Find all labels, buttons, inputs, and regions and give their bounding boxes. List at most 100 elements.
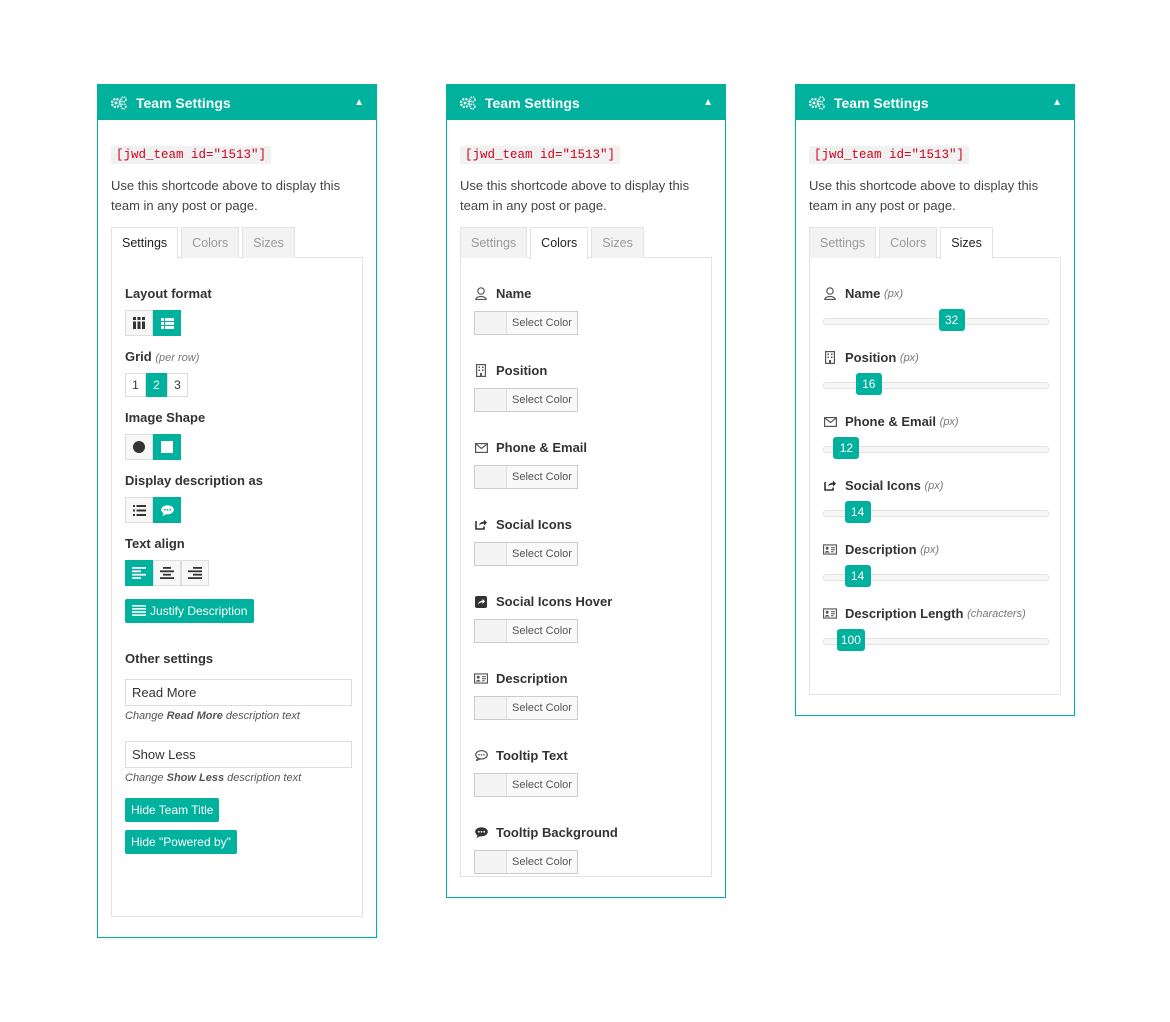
envelope-icon xyxy=(823,416,837,427)
size-setting-row: Social Icons (px) xyxy=(823,478,1047,493)
size-setting-label: Description Length xyxy=(845,606,964,621)
tab-sizes[interactable]: Sizes xyxy=(940,227,993,259)
select-color-label: Select Color xyxy=(507,543,577,565)
panel-header[interactable]: Team Settings ▲ xyxy=(98,85,376,120)
shortcode-text: [jwd_team id="1513"] xyxy=(809,146,970,164)
size-setting-row: Phone & Email (px) xyxy=(823,414,1047,429)
description-list-button[interactable] xyxy=(125,497,153,523)
align-center-button[interactable] xyxy=(153,560,181,586)
color-setting-label: Social Icons Hover xyxy=(496,594,613,609)
color-setting-label: Position xyxy=(496,363,548,378)
collapse-arrow-icon[interactable]: ▲ xyxy=(703,97,713,108)
size-slider-track[interactable]: 14 xyxy=(823,501,1049,523)
size-setting-label: Description xyxy=(845,542,917,557)
grid-option-1[interactable]: 1 xyxy=(125,373,146,397)
select-color-button[interactable]: Select Color xyxy=(474,773,578,797)
color-setting-label: Tooltip Text xyxy=(496,748,568,763)
panel-header[interactable]: Team Settings ▲ xyxy=(796,85,1074,120)
size-unit: (px) xyxy=(899,351,919,364)
share-icon xyxy=(474,519,488,530)
size-slider-handle[interactable]: 14 xyxy=(844,565,871,587)
grid-option-3[interactable]: 3 xyxy=(167,373,188,397)
color-swatch xyxy=(475,466,507,488)
panel-header[interactable]: Team Settings ▲ xyxy=(447,85,725,120)
list-layout-button[interactable] xyxy=(153,310,181,336)
tab-settings[interactable]: Settings xyxy=(460,227,528,258)
color-swatch xyxy=(475,389,507,411)
size-slider-track[interactable]: 100 xyxy=(823,629,1049,651)
align-right-icon xyxy=(188,567,202,579)
size-slider-track[interactable]: 16 xyxy=(823,373,1049,395)
grid-label: Grid (per row) xyxy=(125,349,200,364)
justify-description-label: Justify Description xyxy=(150,604,248,618)
color-setting-label: Name xyxy=(496,286,532,301)
color-setting-row: Position xyxy=(474,363,698,378)
size-slider-handle[interactable]: 32 xyxy=(938,309,965,331)
select-color-button[interactable]: Select Color xyxy=(474,619,578,643)
color-setting-row: Description xyxy=(474,671,698,686)
collapse-arrow-icon[interactable]: ▲ xyxy=(354,97,364,108)
select-color-button[interactable]: Select Color xyxy=(474,850,578,874)
text-align-label: Text align xyxy=(125,536,185,551)
show-less-help: Change Show Less description text xyxy=(125,772,302,784)
color-setting-item: Name Select Color xyxy=(474,286,698,335)
building-icon xyxy=(474,364,488,377)
shortcode-help: Use this shortcode above to display this… xyxy=(111,178,341,213)
show-less-input[interactable]: Show Less xyxy=(125,741,352,768)
color-setting-item: Social Icons Select Color xyxy=(474,517,698,566)
grid-option-2[interactable]: 2 xyxy=(146,373,167,397)
color-swatch xyxy=(475,312,507,334)
grid-layout-button[interactable] xyxy=(125,310,153,336)
hide-team-title-button[interactable]: Hide Team Title xyxy=(125,798,220,822)
color-setting-row: Tooltip Text xyxy=(474,748,698,763)
shortcode-text: [jwd_team id="1513"] xyxy=(111,146,272,164)
size-setting-label: Position xyxy=(845,350,897,365)
size-setting-item: Social Icons (px) 14 xyxy=(823,478,1049,523)
layout-format-group xyxy=(125,310,349,336)
color-setting-item: Position Select Color xyxy=(474,363,698,412)
select-color-button[interactable]: Select Color xyxy=(474,388,578,412)
team-settings-panel-sizes-tab: Team Settings ▲ [jwd_team id="1513"] Use… xyxy=(795,84,1075,716)
gears-icon xyxy=(110,95,128,110)
hide-powered-by-button[interactable]: Hide "Powered by" xyxy=(125,830,237,854)
size-setting-item: Phone & Email (px) 12 xyxy=(823,414,1049,459)
collapse-arrow-icon[interactable]: ▲ xyxy=(1052,97,1062,108)
color-setting-row: Tooltip Background xyxy=(474,825,698,840)
tab-colors[interactable]: Colors xyxy=(879,227,938,258)
size-slider-handle[interactable]: 12 xyxy=(833,437,860,459)
team-settings-panel-settings-tab: Team Settings ▲ [jwd_team id="1513"] Use… xyxy=(97,84,377,938)
align-right-button[interactable] xyxy=(181,560,209,586)
select-color-button[interactable]: Select Color xyxy=(474,311,578,335)
description-tooltip-button[interactable] xyxy=(153,497,181,523)
size-slider-track[interactable]: 12 xyxy=(823,437,1049,459)
tab-colors[interactable]: Colors xyxy=(181,227,240,258)
tab-settings[interactable]: Settings xyxy=(111,227,179,259)
size-setting-label: Name xyxy=(845,286,881,301)
tab-bar: Settings Colors Sizes xyxy=(111,227,363,259)
size-slider-handle[interactable]: 100 xyxy=(836,629,865,651)
size-unit: (px) xyxy=(924,479,944,492)
square-shape-button[interactable] xyxy=(153,434,181,460)
select-color-button[interactable]: Select Color xyxy=(474,542,578,566)
size-setting-label: Phone & Email xyxy=(845,414,937,429)
read-more-input[interactable]: Read More xyxy=(125,679,352,706)
circle-shape-button[interactable] xyxy=(125,434,153,460)
panel-title: Team Settings xyxy=(485,94,580,111)
size-slider-track[interactable]: 32 xyxy=(823,309,1049,331)
color-setting-item: Tooltip Background Select Color xyxy=(474,825,698,874)
building-icon xyxy=(823,351,837,364)
size-slider-handle[interactable]: 16 xyxy=(855,373,882,395)
align-left-button[interactable] xyxy=(125,560,153,586)
tab-sizes[interactable]: Sizes xyxy=(591,227,644,258)
justify-description-button[interactable]: Justify Description xyxy=(125,599,255,623)
tab-settings[interactable]: Settings xyxy=(809,227,877,258)
size-unit: (px) xyxy=(939,415,959,428)
size-slider-track[interactable]: 14 xyxy=(823,565,1049,587)
tab-sizes[interactable]: Sizes xyxy=(242,227,295,258)
select-color-button[interactable]: Select Color xyxy=(474,465,578,489)
image-shape-label: Image Shape xyxy=(125,410,206,425)
size-slider-handle[interactable]: 14 xyxy=(844,501,871,523)
tab-colors[interactable]: Colors xyxy=(530,227,589,259)
color-swatch xyxy=(475,774,507,796)
select-color-button[interactable]: Select Color xyxy=(474,696,578,720)
